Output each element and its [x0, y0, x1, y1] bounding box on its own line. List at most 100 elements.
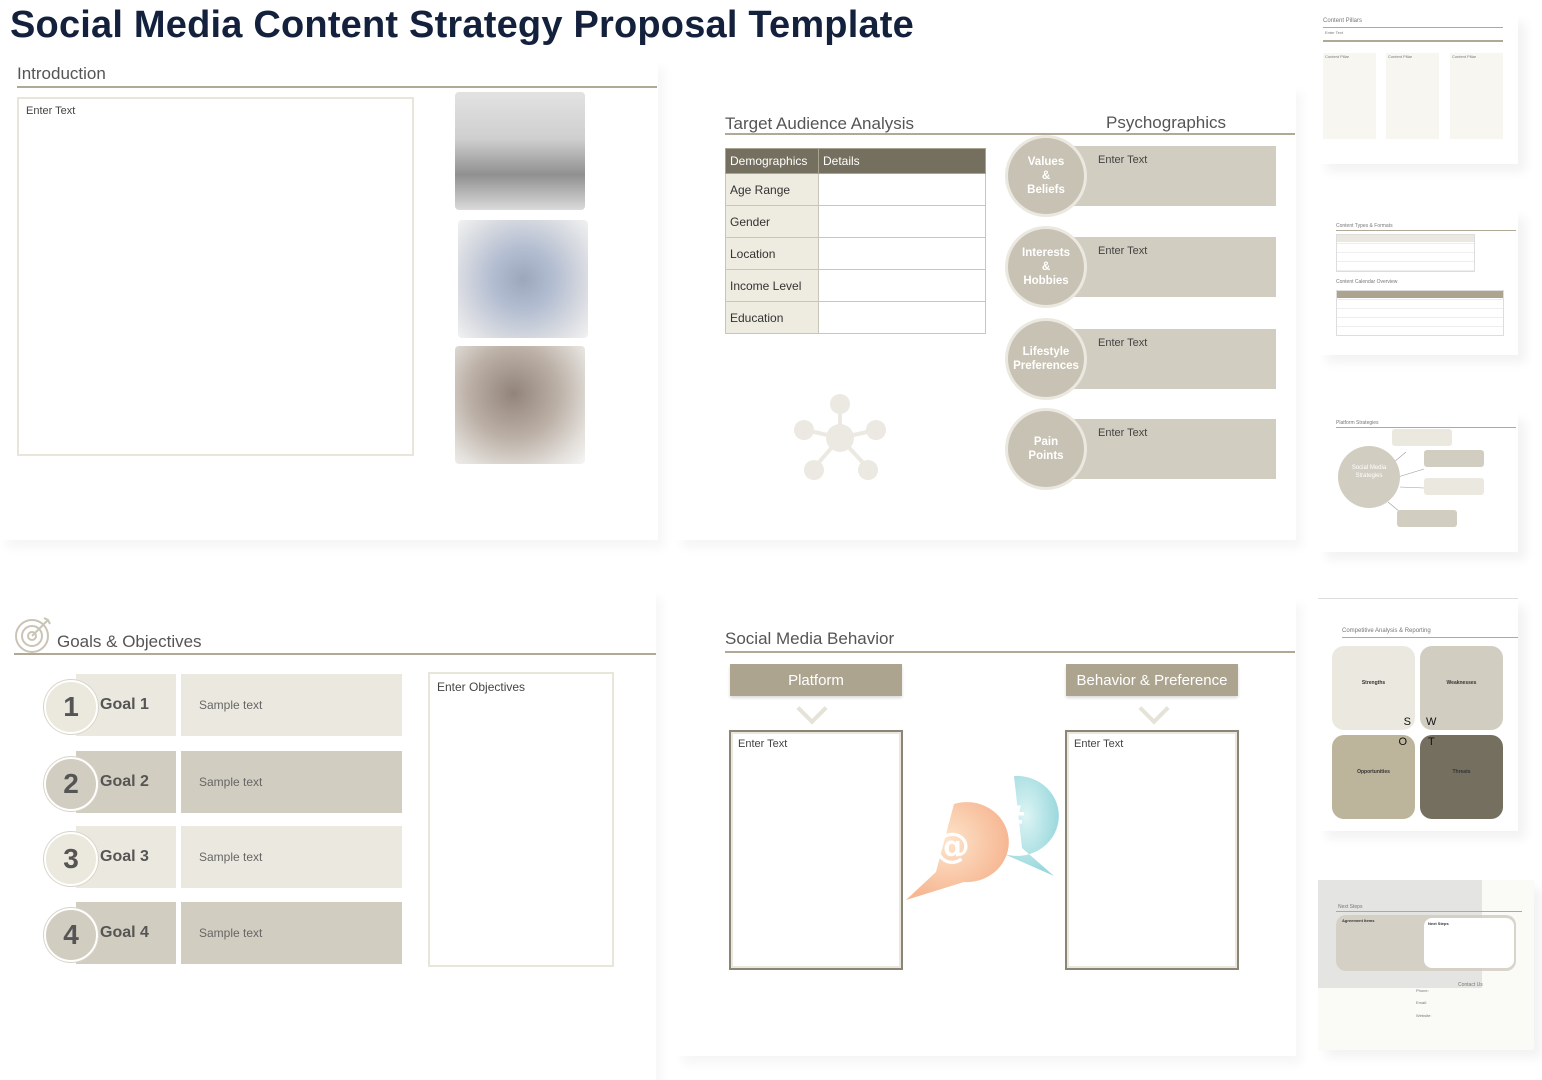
pillar-box: Content Pillar [1386, 53, 1439, 139]
psychographic-text-box[interactable]: Enter Text [1068, 419, 1276, 479]
placeholder-text: Enter Text [738, 738, 788, 750]
placeholder-text: Enter Text [1098, 337, 1148, 349]
contact-field: Phone: [1416, 988, 1429, 993]
pillar-box: Content Pillar [1323, 53, 1376, 139]
divider [1323, 27, 1503, 28]
goal-text[interactable]: Sample text [181, 826, 402, 888]
psychographic-label: Lifestyle Preferences [1008, 321, 1084, 397]
phones-hands-photo [458, 220, 588, 338]
strategy-diagram [1338, 429, 1484, 527]
divider [14, 653, 656, 655]
goal-text[interactable]: Sample text [181, 674, 402, 736]
detail-cell[interactable] [818, 237, 986, 270]
quadrant-label: Weaknesses [1446, 680, 1477, 686]
placeholder-text: Enter Text [1098, 245, 1148, 257]
detail-cell[interactable] [818, 173, 986, 206]
thumbnail-competitive-analysis[interactable]: Competitive Analysis & Reporting Strengt… [1318, 598, 1518, 831]
swot-threats: Threats T [1420, 735, 1503, 819]
introduction-text-box[interactable]: Enter Text [17, 97, 414, 456]
thumbnail-content-types[interactable]: Content Types & Formats Content Calendar… [1318, 210, 1518, 355]
thumbnail-subtitle: Enter Text [1325, 30, 1343, 35]
table-row: Income Level [725, 269, 986, 302]
quadrant-label: Strengths [1361, 680, 1386, 686]
thumbnail-next-steps[interactable]: Next Steps Agreement Items Next Steps Co… [1318, 880, 1534, 1050]
label-line: & [1041, 261, 1051, 273]
agreement-box: Agreement Items Next Steps [1336, 915, 1516, 971]
thumbnail-title: Content Pillars [1323, 18, 1363, 24]
team-discussion-photo [455, 346, 585, 464]
quadrant-letter: S [1403, 716, 1411, 728]
swot-weaknesses: Weaknesses W [1420, 646, 1503, 730]
target-audience-heading: Target Audience Analysis [725, 114, 915, 133]
label-line: Interests [1022, 247, 1070, 259]
divider [1336, 911, 1522, 912]
objectives-placeholder: Enter Objectives [437, 680, 526, 694]
table-row: Education [725, 301, 986, 334]
divider [1323, 40, 1503, 42]
goal-number: 1 [44, 680, 98, 734]
quadrant-letter: O [1398, 736, 1407, 748]
divider [725, 651, 1295, 653]
social-behavior-heading: Social Media Behavior [725, 629, 895, 648]
goal-row: Goal 4 Sample text 4 [44, 902, 404, 964]
quadrant-letter: T [1428, 736, 1435, 748]
column-header: Details [818, 148, 986, 174]
divider [17, 86, 657, 88]
goal-text[interactable]: Sample text [181, 751, 402, 813]
pillar-box: Content Pillar [1450, 53, 1503, 139]
label-line: Pain [1033, 436, 1059, 448]
next-steps-label: Next Steps [1428, 921, 1449, 926]
psychographic-label: Pain Points [1008, 411, 1084, 487]
target-icon [15, 617, 51, 653]
content-types-table [1336, 234, 1475, 272]
label-line: Lifestyle [1022, 346, 1070, 358]
label-line: Values [1027, 156, 1065, 168]
detail-cell[interactable] [818, 301, 986, 334]
demographics-table: Demographics Details Age Range Gender Lo… [725, 148, 986, 334]
quadrant-letter: W [1426, 716, 1437, 728]
detail-cell[interactable] [818, 205, 986, 238]
thumbnail-content-pillars[interactable]: Content Pillars Enter Text Content Pilla… [1318, 14, 1518, 164]
social-network-icon [794, 394, 886, 480]
objectives-text-box[interactable]: Enter Objectives [428, 672, 614, 967]
goal-row: Goal 1 Sample text 1 [44, 674, 404, 736]
behavior-text-box[interactable]: Enter Text [1065, 730, 1239, 970]
agreement-label: Agreement Items [1342, 918, 1375, 923]
psychographics-heading: Psychographics [1106, 113, 1227, 132]
placeholder-text: Enter Text [1098, 427, 1148, 439]
swot-opportunities: Opportunities O [1332, 735, 1415, 819]
swot-strengths: Strengths S [1332, 646, 1415, 730]
psychographic-text-box[interactable]: Enter Text [1068, 329, 1276, 389]
psychographic-pain-points: Enter Text Pain Points [1008, 411, 1276, 487]
goal-number: 3 [44, 832, 98, 886]
contact-field: Email: [1416, 1000, 1428, 1005]
placeholder-text: Enter Text [1098, 154, 1148, 166]
psychographic-label: Interests & Hobbies [1008, 229, 1084, 305]
psychographic-text-box[interactable]: Enter Text [1068, 237, 1276, 297]
pillar-label: Content Pillar [1388, 54, 1413, 59]
goal-number: 4 [44, 908, 98, 962]
row-label: Income Level [725, 269, 819, 302]
table-header [1337, 235, 1474, 242]
next-steps-box: Next Steps [1424, 918, 1514, 968]
divider [725, 133, 1295, 135]
center-label: Social Media Strategies [1351, 465, 1387, 479]
label-line: Hobbies [1023, 275, 1069, 287]
detail-cell[interactable] [818, 269, 986, 302]
row-label: Education [725, 301, 819, 334]
introduction-placeholder: Enter Text [26, 105, 76, 117]
table-row: Gender [725, 205, 986, 238]
goal-number: 2 [44, 757, 98, 811]
at-symbol: @ [934, 826, 970, 867]
contact-field: Website: [1416, 1013, 1432, 1018]
calendar-table [1336, 290, 1504, 336]
goals-heading: Goals & Objectives [57, 632, 202, 651]
goal-text[interactable]: Sample text [181, 902, 402, 964]
psychographic-text-box[interactable]: Enter Text [1068, 146, 1276, 206]
introduction-heading: Introduction [17, 64, 106, 83]
divider [1336, 230, 1516, 231]
divider [1342, 637, 1518, 638]
goal-row: Goal 3 Sample text 3 [44, 826, 404, 888]
thumbnail-platform-strategies[interactable]: Platform Strategies Social Media Strateg… [1318, 412, 1518, 552]
platform-text-box[interactable]: Enter Text [729, 730, 903, 970]
